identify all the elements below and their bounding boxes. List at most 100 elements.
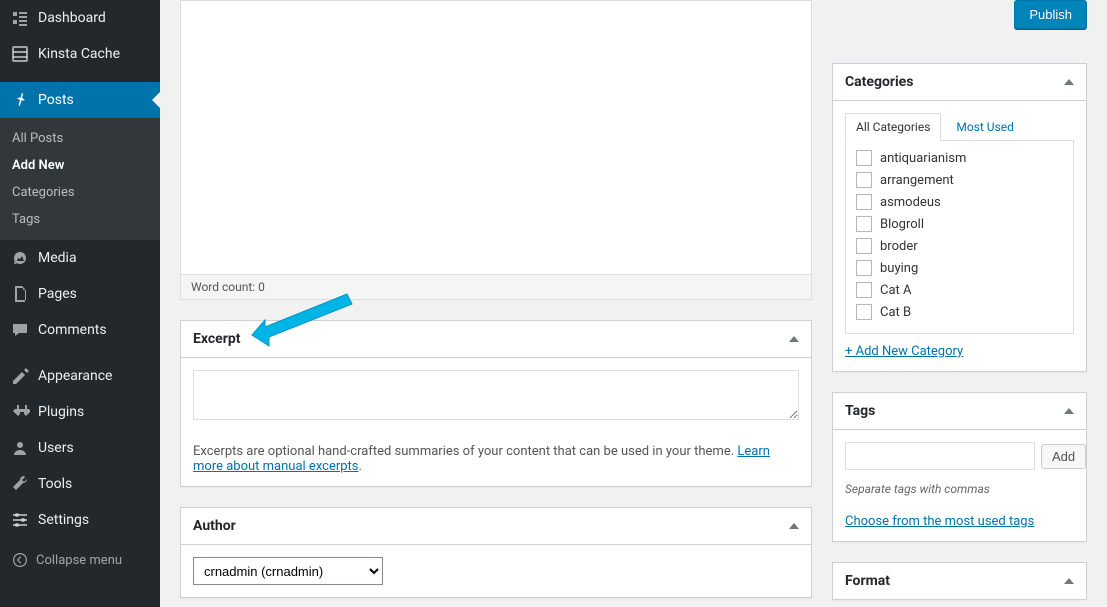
submenu-tags[interactable]: Tags xyxy=(0,206,160,233)
category-label: Cat B xyxy=(880,305,911,320)
category-list[interactable]: antiquarianism arrangement asmodeus Blog… xyxy=(845,140,1074,334)
menu-label: Pages xyxy=(38,286,77,302)
category-item[interactable]: broder xyxy=(856,235,1063,257)
postbox-format: Format xyxy=(832,562,1087,600)
tab-all-categories[interactable]: All Categories xyxy=(845,113,941,141)
postbox-author: Author crnadmin (crnadmin) xyxy=(180,507,812,598)
word-count: Word count: 0 xyxy=(191,280,265,294)
publish-button[interactable]: Publish xyxy=(1014,0,1087,29)
dashboard-icon xyxy=(10,8,30,28)
media-icon xyxy=(10,248,30,268)
menu-label: Tools xyxy=(38,476,72,492)
chevron-up-icon xyxy=(1064,79,1074,85)
category-item[interactable]: asmodeus xyxy=(856,191,1063,213)
menu-tools[interactable]: Tools xyxy=(0,466,160,502)
add-tag-button[interactable]: Add xyxy=(1041,444,1086,469)
author-select[interactable]: crnadmin (crnadmin) xyxy=(193,557,383,585)
excerpt-input[interactable] xyxy=(193,370,799,420)
settings-icon xyxy=(10,510,30,530)
menu-label: Users xyxy=(38,440,74,456)
category-checkbox[interactable] xyxy=(856,194,872,210)
category-tabs: All Categories Most Used xyxy=(845,113,1074,141)
postbox-tags: Tags Add Separate tags with commas Choos… xyxy=(832,392,1087,542)
menu-settings[interactable]: Settings xyxy=(0,502,160,538)
category-label: Blogroll xyxy=(880,217,924,232)
chevron-up-icon xyxy=(789,336,799,342)
main-content: Word count: 0 Excerpt Excerpts are optio… xyxy=(160,0,1107,607)
category-item[interactable]: Cat A xyxy=(856,279,1063,301)
add-category-link[interactable]: + Add New Category xyxy=(845,344,963,359)
excerpt-title: Excerpt xyxy=(193,331,240,347)
category-item[interactable]: Cat B xyxy=(856,301,1063,323)
postbox-excerpt-header[interactable]: Excerpt xyxy=(181,321,811,358)
chevron-up-icon xyxy=(1064,578,1074,584)
category-checkbox[interactable] xyxy=(856,304,872,320)
menu-label: Dashboard xyxy=(38,10,106,26)
menu-dashboard[interactable]: Dashboard xyxy=(0,0,160,36)
category-item[interactable]: arrangement xyxy=(856,169,1063,191)
collapse-icon xyxy=(10,550,30,570)
category-item[interactable]: buying xyxy=(856,257,1063,279)
excerpt-help-text: Excerpts are optional hand-crafted summa… xyxy=(193,444,737,459)
plugins-icon xyxy=(10,402,30,422)
editor-textarea[interactable] xyxy=(180,0,812,275)
menu-pages[interactable]: Pages xyxy=(0,276,160,312)
category-item[interactable]: antiquarianism xyxy=(856,147,1063,169)
menu-label: Comments xyxy=(38,322,107,338)
submenu-posts: All Posts Add New Categories Tags xyxy=(0,118,160,240)
menu-posts[interactable]: Posts xyxy=(0,82,160,118)
excerpt-help: Excerpts are optional hand-crafted summa… xyxy=(193,444,799,474)
publish-bar: Publish xyxy=(832,0,1087,39)
submenu-all-posts[interactable]: All Posts xyxy=(0,125,160,152)
postbox-tags-header[interactable]: Tags xyxy=(833,393,1086,430)
menu-label: Kinsta Cache xyxy=(38,46,120,62)
users-icon xyxy=(10,438,30,458)
postbox-format-header[interactable]: Format xyxy=(833,563,1086,599)
chevron-up-icon xyxy=(789,523,799,529)
category-checkbox[interactable] xyxy=(856,150,872,166)
author-title: Author xyxy=(193,518,236,534)
category-checkbox[interactable] xyxy=(856,260,872,276)
menu-appearance[interactable]: Appearance xyxy=(0,358,160,394)
menu-plugins[interactable]: Plugins xyxy=(0,394,160,430)
categories-title: Categories xyxy=(845,74,913,90)
tag-help: Separate tags with commas xyxy=(845,482,1074,496)
editor-footer: Word count: 0 xyxy=(180,275,812,300)
menu-comments[interactable]: Comments xyxy=(0,312,160,348)
menu-label: Settings xyxy=(38,512,89,528)
category-checkbox[interactable] xyxy=(856,172,872,188)
tag-input[interactable] xyxy=(845,442,1035,470)
category-checkbox[interactable] xyxy=(856,216,872,232)
menu-kinsta-cache[interactable]: Kinsta Cache xyxy=(0,36,160,72)
menu-label: Plugins xyxy=(38,404,84,420)
choose-tags-link[interactable]: Choose from the most used tags xyxy=(845,514,1034,529)
menu-users[interactable]: Users xyxy=(0,430,160,466)
category-label: buying xyxy=(880,261,918,276)
tools-icon xyxy=(10,474,30,494)
admin-sidebar: Dashboard Kinsta Cache Posts All Posts A… xyxy=(0,0,160,607)
appearance-icon xyxy=(10,366,30,386)
category-label: Cat A xyxy=(880,283,912,298)
category-label: arrangement xyxy=(880,173,954,188)
format-title: Format xyxy=(845,573,890,589)
collapse-label: Collapse menu xyxy=(36,553,122,568)
category-label: asmodeus xyxy=(880,195,941,210)
category-label: antiquarianism xyxy=(880,151,966,166)
submenu-add-new[interactable]: Add New xyxy=(0,152,160,179)
menu-media[interactable]: Media xyxy=(0,240,160,276)
cache-icon xyxy=(10,44,30,64)
postbox-categories-header[interactable]: Categories xyxy=(833,64,1086,101)
comments-icon xyxy=(10,320,30,340)
category-item[interactable]: Blogroll xyxy=(856,213,1063,235)
excerpt-help-period: . xyxy=(359,459,362,474)
category-checkbox[interactable] xyxy=(856,238,872,254)
submenu-categories[interactable]: Categories xyxy=(0,179,160,206)
collapse-menu[interactable]: Collapse menu xyxy=(0,542,160,578)
pages-icon xyxy=(10,284,30,304)
postbox-excerpt: Excerpt Excerpts are optional hand-craft… xyxy=(180,320,812,487)
postbox-author-header[interactable]: Author xyxy=(181,508,811,545)
tags-title: Tags xyxy=(845,403,875,419)
category-checkbox[interactable] xyxy=(856,282,872,298)
chevron-up-icon xyxy=(1064,408,1074,414)
tab-most-used[interactable]: Most Used xyxy=(945,113,1025,141)
